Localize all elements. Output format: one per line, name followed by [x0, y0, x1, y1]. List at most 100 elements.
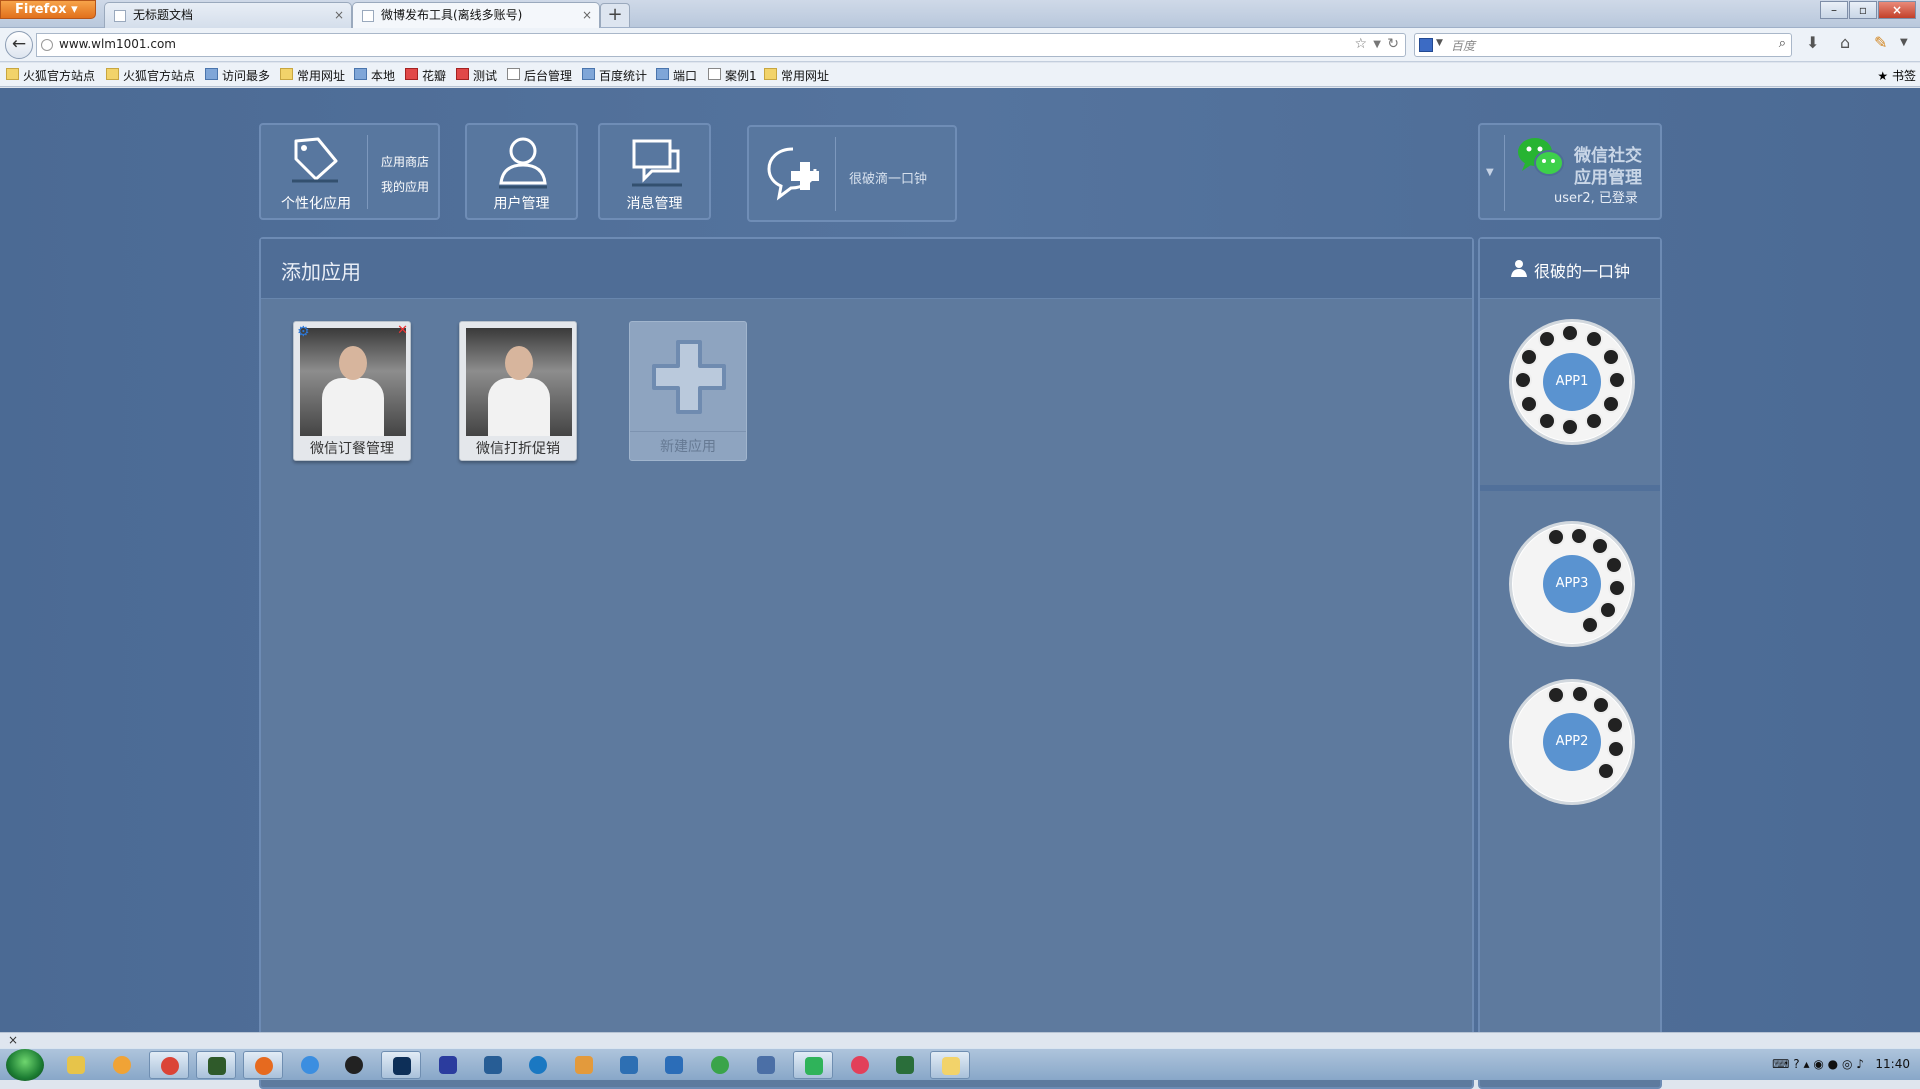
member-avatar[interactable] [1514, 371, 1532, 389]
tab-close-icon[interactable]: × [334, 3, 344, 27]
member-avatar[interactable] [1598, 601, 1617, 620]
engine-dropdown-icon[interactable]: ▼ [1436, 38, 1443, 48]
tab-close-icon[interactable]: × [582, 3, 592, 27]
minimize-button[interactable]: – [1820, 1, 1848, 19]
bookmark-item[interactable]: 测试 [456, 67, 497, 84]
antivirus-icon[interactable]: ◎ [1842, 1057, 1852, 1071]
maximize-button[interactable]: ▫ [1849, 1, 1877, 19]
message-management-tile[interactable]: 消息管理 [598, 123, 711, 220]
app-card[interactable]: 微信打折促销 [459, 321, 577, 461]
member-avatar[interactable] [1584, 411, 1603, 430]
member-avatar[interactable] [1601, 347, 1620, 366]
bookmark-item[interactable]: 常用网址 [764, 67, 829, 84]
app-ring[interactable]: APP3 [1509, 521, 1635, 647]
member-avatar[interactable] [1580, 615, 1599, 634]
bookmark-item[interactable]: 案例1 [708, 67, 757, 84]
member-avatar[interactable] [1520, 347, 1539, 366]
taskbar-app[interactable] [793, 1051, 833, 1079]
member-avatar[interactable] [1591, 537, 1610, 556]
taskbar-app[interactable] [840, 1051, 880, 1079]
taskbar-app[interactable] [56, 1051, 96, 1079]
bookmark-item[interactable]: 火狐官方站点 [106, 67, 195, 84]
member-avatar[interactable] [1601, 394, 1620, 413]
member-avatar[interactable] [1547, 686, 1566, 705]
taskbar-firefox[interactable] [243, 1051, 283, 1079]
member-avatar[interactable] [1604, 556, 1623, 575]
bookmark-star-icon[interactable]: ☆ [1354, 36, 1367, 52]
qq-tray-icon[interactable]: ● [1828, 1057, 1838, 1071]
start-button[interactable] [6, 1049, 44, 1081]
taskbar-app[interactable] [885, 1051, 925, 1079]
help-icon[interactable]: ? [1793, 1057, 1799, 1071]
bookmark-item[interactable]: 火狐官方站点 [6, 67, 95, 84]
bookmark-item[interactable]: 访问最多 [205, 67, 270, 84]
taskbar-explorer[interactable] [930, 1051, 970, 1079]
member-avatar[interactable] [1520, 394, 1539, 413]
new-app-button[interactable]: 新建应用 [629, 321, 747, 461]
taskbar-app[interactable] [473, 1051, 513, 1079]
taskbar-photoshop[interactable] [381, 1051, 421, 1079]
app-card[interactable]: ⚙ ✕ 微信订餐管理 [293, 321, 411, 461]
member-avatar[interactable] [1584, 330, 1603, 349]
tab-untitled[interactable]: 无标题文档 × [104, 2, 352, 28]
bookmarks-menu[interactable]: ★ 书签 [1877, 67, 1916, 84]
taskbar-ie[interactable] [290, 1051, 330, 1079]
member-avatar[interactable] [1605, 716, 1624, 735]
tray-expand-icon[interactable]: ▴ [1803, 1057, 1809, 1071]
member-avatar[interactable] [1561, 418, 1579, 436]
keyboard-icon[interactable]: ⌨ [1772, 1057, 1789, 1071]
taskbar-app[interactable] [609, 1051, 649, 1079]
bookmark-item[interactable]: 常用网址 [280, 67, 345, 84]
volume-icon[interactable]: ♪ [1856, 1057, 1864, 1071]
bookmark-item[interactable]: 本地 [354, 67, 395, 84]
member-avatar[interactable] [1537, 330, 1556, 349]
history-dropdown-icon[interactable]: ▼ [1373, 39, 1381, 50]
search-engine-icon[interactable] [1419, 38, 1433, 52]
taskbar-app[interactable] [428, 1051, 468, 1079]
taskbar-qq[interactable] [334, 1051, 374, 1079]
close-icon[interactable]: × [8, 1033, 18, 1047]
close-window-button[interactable]: × [1878, 1, 1916, 19]
dropdown-icon[interactable]: ▼ [1486, 167, 1494, 178]
addon-icon[interactable]: ✎ [1874, 33, 1887, 52]
taskbar-chrome[interactable] [149, 1051, 189, 1079]
app-store-link[interactable]: 应用商店 [381, 153, 429, 170]
clock[interactable]: 11:40 [1875, 1057, 1910, 1071]
personal-apps-tile[interactable]: 个性化应用 应用商店 我的应用 [259, 123, 440, 220]
taskbar-app[interactable] [102, 1051, 142, 1079]
my-apps-link[interactable]: 我的应用 [381, 178, 429, 195]
account-tile[interactable]: 很破滴一口钟 [747, 125, 957, 222]
member-avatar[interactable] [1592, 696, 1611, 715]
firefox-menu-button[interactable]: Firefox ▾ [0, 0, 96, 19]
member-avatar[interactable] [1561, 324, 1579, 342]
member-avatar[interactable] [1571, 685, 1590, 704]
user-management-tile[interactable]: 用户管理 [465, 123, 578, 220]
settings-icon[interactable]: ⚙ [297, 324, 310, 340]
search-icon[interactable]: ⌕ [1779, 36, 1786, 51]
bookmark-item[interactable]: 花瓣 [405, 67, 446, 84]
search-bar[interactable]: ▼ 百度 ⌕ [1414, 33, 1792, 57]
delete-icon[interactable]: ✕ [397, 323, 408, 338]
member-avatar[interactable] [1596, 761, 1615, 780]
taskbar-dreamweaver[interactable] [196, 1051, 236, 1079]
network-icon[interactable]: ◉ [1813, 1057, 1823, 1071]
bookmark-item[interactable]: 百度统计 [582, 67, 647, 84]
taskbar-app[interactable] [564, 1051, 604, 1079]
member-avatar[interactable] [1608, 371, 1626, 389]
bookmark-item[interactable]: 端口 [656, 67, 697, 84]
tab-weibo-tool[interactable]: 微博发布工具(离线多账号) × [352, 2, 600, 28]
download-icon[interactable]: ⬇ [1806, 33, 1819, 52]
app-ring[interactable]: APP1 [1509, 319, 1635, 445]
member-avatar[interactable] [1547, 528, 1566, 547]
reload-icon[interactable]: ↻ [1387, 36, 1399, 52]
taskbar-app[interactable] [746, 1051, 786, 1079]
member-avatar[interactable] [1607, 579, 1626, 598]
app-ring[interactable]: APP2 [1509, 679, 1635, 805]
bookmark-item[interactable]: 后台管理 [507, 67, 572, 84]
menu-dropdown-icon[interactable]: ▼ [1900, 37, 1908, 48]
member-avatar[interactable] [1607, 740, 1626, 759]
member-avatar[interactable] [1570, 526, 1589, 545]
taskbar-app[interactable] [518, 1051, 558, 1079]
back-button[interactable]: ← [5, 31, 33, 59]
taskbar-app[interactable] [700, 1051, 740, 1079]
